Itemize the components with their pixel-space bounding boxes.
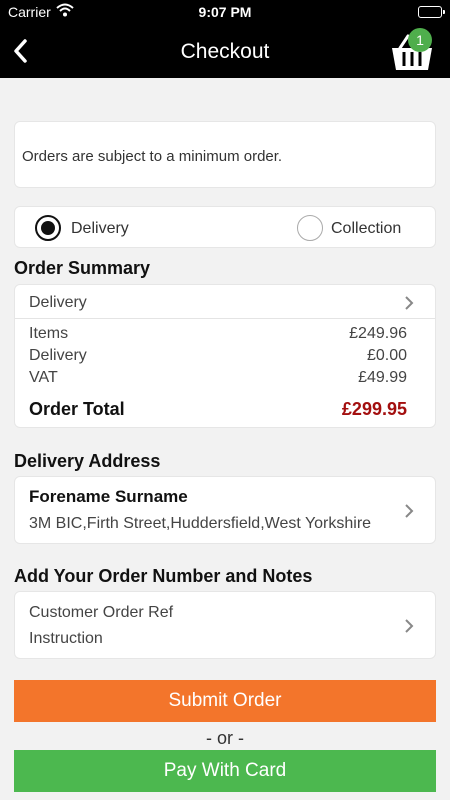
- delivery-address-card[interactable]: Forename Surname 3M BIC,Firth Street,Hud…: [14, 476, 436, 544]
- order-total-value: £299.95: [341, 399, 407, 419]
- chevron-right-icon[interactable]: [403, 618, 415, 634]
- order-notes-heading: Add Your Order Number and Notes: [14, 566, 313, 586]
- delivery-option-label[interactable]: Delivery: [71, 220, 129, 238]
- delivery-method-row[interactable]: Delivery: [29, 294, 87, 312]
- chevron-right-icon[interactable]: [403, 295, 415, 311]
- customer-order-ref-field[interactable]: Customer Order Ref: [29, 604, 173, 622]
- collection-option-label[interactable]: Collection: [331, 220, 401, 238]
- delivery-charge-value: £0.00: [366, 347, 407, 364]
- order-total-label: Order Total: [29, 399, 125, 419]
- page-title: Checkout: [180, 40, 270, 63]
- or-separator: - or -: [206, 728, 244, 748]
- delivery-radio[interactable]: [35, 215, 61, 241]
- nav-bar: Checkout 1: [0, 24, 450, 78]
- basket-count-badge: 1: [408, 28, 432, 52]
- collection-radio[interactable]: [297, 215, 323, 241]
- divider: [15, 318, 435, 319]
- vat-label: VAT: [29, 369, 58, 386]
- items-value: £249.96: [349, 325, 407, 342]
- instruction-field[interactable]: Instruction: [29, 630, 103, 648]
- pay-with-card-button[interactable]: Pay With Card: [14, 750, 436, 792]
- notice-text: Orders are subject to a minimum order.: [22, 148, 283, 165]
- minimum-order-notice: Orders are subject to a minimum order.: [14, 121, 436, 188]
- battery-icon: [418, 6, 445, 18]
- status-bar: Carrier 9:07 PM: [0, 0, 450, 24]
- submit-order-button[interactable]: Submit Order: [14, 680, 436, 722]
- delivery-address-heading: Delivery Address: [14, 451, 161, 471]
- items-label: Items: [29, 325, 69, 342]
- chevron-right-icon[interactable]: [403, 503, 415, 519]
- fulfilment-selector: Delivery Collection: [14, 206, 436, 248]
- order-summary-heading: Order Summary: [14, 258, 151, 278]
- clock: 9:07 PM: [198, 4, 252, 20]
- address-name: Forename Surname: [29, 487, 188, 506]
- vat-value: £49.99: [358, 369, 407, 386]
- delivery-charge-label: Delivery: [29, 347, 87, 364]
- order-notes-card[interactable]: Customer Order Ref Instruction: [14, 591, 436, 659]
- order-summary-card: Delivery Items £249.96 Delivery £0.00 VA…: [14, 284, 436, 428]
- address-line: 3M BIC,Firth Street,Huddersfield,West Yo…: [29, 515, 372, 532]
